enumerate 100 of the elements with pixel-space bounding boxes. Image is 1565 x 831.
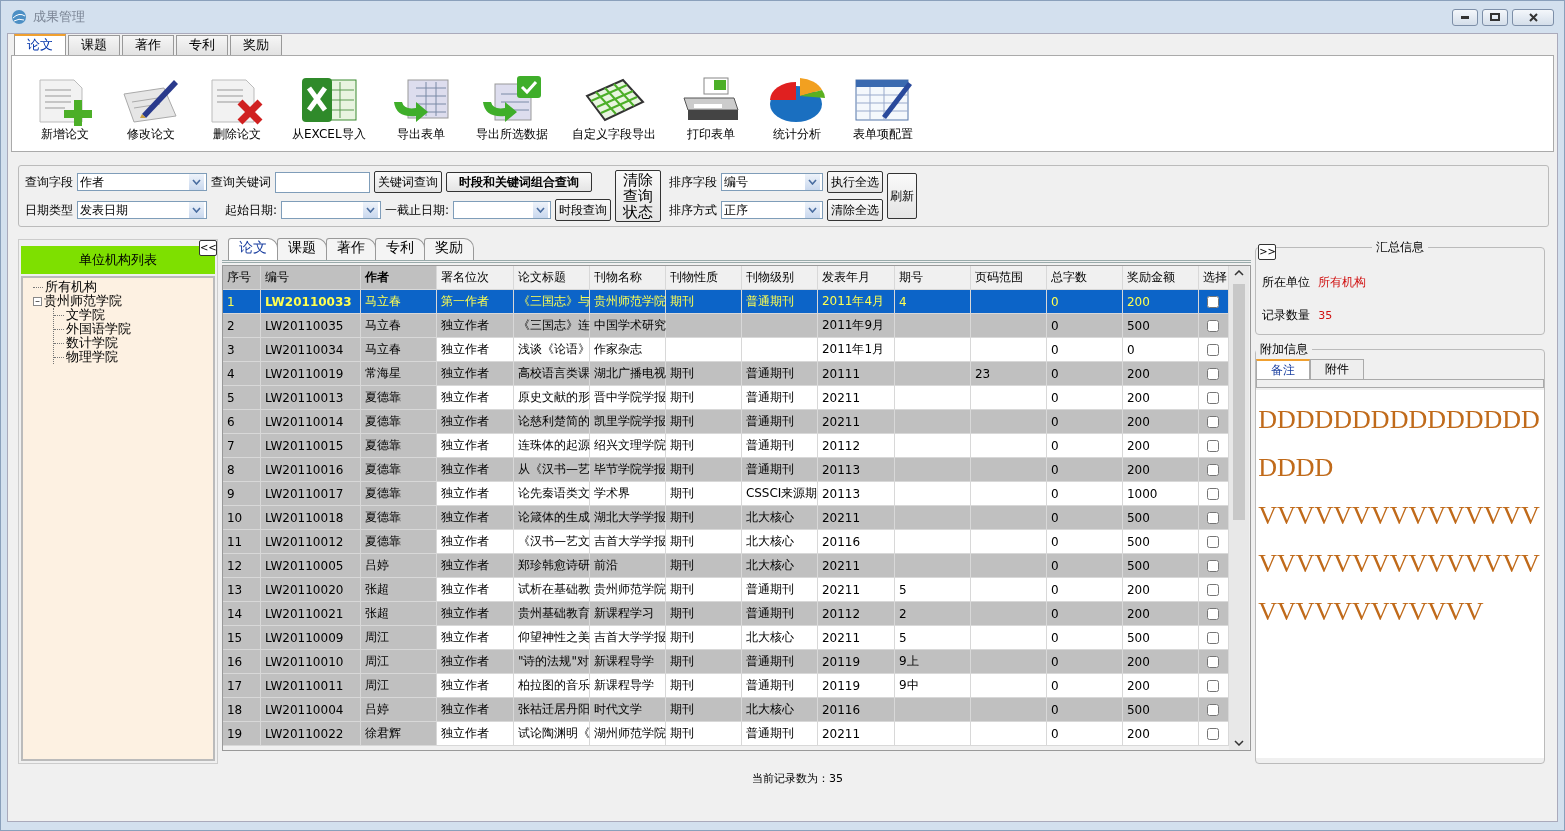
row-checkbox[interactable] [1207, 679, 1220, 692]
row-checkbox[interactable] [1207, 439, 1220, 452]
tab[interactable]: 奖励 [230, 35, 282, 55]
table-cell: 吕婷 [360, 554, 437, 578]
tab[interactable]: 附件 [1310, 359, 1365, 379]
row-checkbox[interactable] [1207, 511, 1220, 524]
row-checkbox[interactable] [1207, 391, 1220, 404]
table-row[interactable]: 11 LW20110012 夏德靠 独立作者 《汉书—艺文 吉首大学学报 期刊 北大核心 20116 0 500 [222, 530, 1229, 554]
group-title: 汇总信息 [1375, 239, 1426, 256]
dropdown-field[interactable]: 编号 [721, 173, 824, 191]
chevron-down-icon [366, 207, 376, 213]
table-row[interactable]: 8 LW20110016 夏德靠 独立作者 从《汉书—艺 毕节学院学报 期刊 普通期刊 20113 0 200 [222, 458, 1229, 482]
table-row[interactable]: 18 LW20110004 吕婷 独立作者 张祜迁居丹阳 时代文学 期刊 北大核心 20116 0 500 [222, 698, 1229, 722]
toolbar-button[interactable]: 导出表单 [387, 74, 454, 143]
table-row[interactable]: 16 LW20110010 周江 独立作者 "诗的法规"对 新课程导学 期刊 普通期刊 20119 9上 0 200 [222, 650, 1229, 674]
collapse-panel-button[interactable]: << [198, 240, 217, 256]
row-checkbox[interactable] [1207, 631, 1220, 644]
keyword-query-button[interactable]: 关键词查询 [374, 171, 442, 193]
row-checkbox[interactable] [1207, 703, 1220, 716]
scrollbar[interactable] [1228, 266, 1249, 750]
table-row[interactable]: 14 LW20110021 张超 独立作者 贵州基础教育 新课程学习 期刊 普通期刊 20112 2 0 200 [222, 602, 1229, 626]
tree-item[interactable]: 贵州师范学院 [44, 294, 122, 308]
row-checkbox[interactable] [1207, 583, 1220, 596]
tab[interactable]: 专利 [374, 238, 425, 260]
table-cell: 7 [222, 434, 261, 458]
tab[interactable]: 著作 [325, 238, 376, 260]
row-checkbox[interactable] [1207, 727, 1220, 740]
toolbar-button[interactable]: 打印表单 [677, 74, 744, 143]
collapse-icon[interactable] [33, 296, 42, 306]
expand-panel-button[interactable]: >> [1258, 244, 1277, 260]
table-row[interactable]: 6 LW20110014 夏德靠 独立作者 论慈利楚简的 凯里学院学报 期刊 普通期刊 20211 0 200 [222, 410, 1229, 434]
table-row[interactable]: 15 LW20110009 周江 独立作者 仰望神性之美 吉首大学学报 期刊 北大核心 20211 5 0 500 [222, 626, 1229, 650]
tree-item[interactable]: 外国语学院 [66, 322, 131, 336]
table-row[interactable]: 13 LW20110020 张超 独立作者 试析在基础教 贵州师范学院 期刊 普通期刊 20211 5 0 200 [222, 578, 1229, 602]
row-checkbox[interactable] [1207, 655, 1220, 668]
row-checkbox[interactable] [1207, 463, 1220, 476]
row-checkbox[interactable] [1207, 343, 1220, 356]
combined-query-button[interactable]: 时段和关键词组合查询 [446, 172, 592, 192]
keyword-input-field[interactable] [275, 171, 370, 193]
table-row[interactable]: 2 LW20110035 马立春 独立作者 《三国志》连 中国学术研究 2011年9月 0 500 [222, 314, 1229, 338]
table-row[interactable]: 5 LW20110013 夏德靠 独立作者 原史文献的形 晋中学院学报 期刊 普通期刊 20211 0 200 [222, 386, 1229, 410]
tree-item[interactable]: 文学院 [66, 308, 105, 322]
table-cell: LW20110004 [260, 698, 361, 722]
select-all-button[interactable]: 执行全选 [827, 171, 884, 193]
table-row[interactable]: 19 LW20110022 徐君辉 独立作者 试论陶渊明《 湖州师范学院 期刊 普通期刊 20211 0 200 [222, 722, 1229, 746]
row-checkbox[interactable] [1207, 535, 1220, 548]
row-checkbox[interactable] [1207, 319, 1220, 332]
tree-item[interactable]: 物理学院 [66, 350, 118, 364]
tab[interactable]: 奖励 [423, 238, 474, 260]
dropdown-field[interactable]: 正序 [721, 201, 824, 219]
table-row[interactable]: 17 LW20110011 周江 独立作者 柏拉图的音乐 新课程导学 期刊 普通期刊 20119 9中 0 200 [222, 674, 1229, 698]
table-row[interactable]: 9 LW20110017 夏德靠 独立作者 论先秦语类文 学术界 期刊 CSSCI来源期 20113 0 1000 [222, 482, 1229, 506]
refresh-button[interactable]: 刷新 [887, 173, 918, 219]
tab[interactable]: 备注 [1256, 359, 1311, 379]
tab[interactable]: 论文 [227, 238, 278, 260]
tab[interactable]: 论文 [14, 34, 66, 55]
row-checkbox[interactable] [1207, 487, 1220, 500]
tab[interactable]: 著作 [122, 35, 174, 55]
minimize-button[interactable] [1452, 8, 1478, 26]
maximize-button[interactable] [1482, 8, 1508, 26]
date-field[interactable] [453, 201, 552, 219]
tree-item[interactable]: 所有机构 [45, 280, 97, 294]
tab[interactable]: 专利 [176, 35, 228, 55]
toolbar-button[interactable]: 统计分析 [763, 74, 830, 143]
column-header[interactable]: 作者 [360, 266, 437, 290]
toolbar-button[interactable]: 修改论文 [118, 74, 184, 143]
column-header[interactable]: 序号 [222, 266, 261, 290]
scroll-up-icon[interactable] [1233, 270, 1244, 276]
clear-query-button[interactable]: 清除查询状态 [615, 170, 662, 222]
table-row[interactable]: 3 LW20110034 马立春 独立作者 浅谈《论语》 作家杂志 2011年1月 0 0 [222, 338, 1229, 362]
date-field[interactable] [281, 201, 382, 219]
clear-selection-button[interactable]: 清除全选 [827, 199, 884, 221]
tree-item[interactable]: 数计学院 [66, 336, 118, 350]
close-button[interactable] [1512, 8, 1554, 26]
table-cell: 1 [222, 290, 261, 314]
tab[interactable]: 课题 [276, 238, 327, 260]
toolbar-button[interactable]: 自定义字段导出 [569, 74, 658, 143]
table-row[interactable]: 7 LW20110015 夏德靠 独立作者 连珠体的起源 绍兴文理学院 期刊 普通期刊 20112 0 200 [222, 434, 1229, 458]
dropdown-field[interactable]: 作者 [77, 173, 207, 191]
dropdown-field[interactable]: 发表日期 [77, 201, 207, 219]
table-cell: 5 [222, 386, 261, 410]
toolbar-button[interactable]: 新增论文 [32, 74, 98, 143]
toolbar-button[interactable]: 删除论文 [204, 74, 270, 143]
period-query-button[interactable]: 时段查询 [555, 199, 612, 221]
toolbar-button[interactable]: 从EXCEL导入 [290, 74, 368, 143]
toolbar-button[interactable]: 表单项配置 [849, 74, 916, 143]
toolbar-button[interactable]: 导出所选数据 [473, 74, 550, 143]
scroll-down-icon[interactable] [1233, 740, 1244, 746]
table-row[interactable]: 10 LW20110018 夏德靠 独立作者 论箴体的生成 湖北大学学报 期刊 北大核心 20211 0 500 [222, 506, 1229, 530]
table-row[interactable]: 4 LW20110019 常海星 独立作者 高校语言类课 湖北广播电视 期刊 普通期刊 20111 23 0 200 [222, 362, 1229, 386]
row-checkbox[interactable] [1207, 415, 1220, 428]
row-checkbox[interactable] [1207, 295, 1220, 308]
field-label: 排序方式 [669, 201, 718, 219]
row-checkbox[interactable] [1207, 559, 1220, 572]
table-row[interactable]: 12 LW20110005 吕婷 独立作者 郑珍韩愈诗研 前沿 期刊 北大核心 20211 0 500 [222, 554, 1229, 578]
row-checkbox[interactable] [1207, 367, 1220, 380]
tab[interactable]: 课题 [68, 35, 120, 55]
column-header[interactable]: 编号 [260, 266, 361, 290]
chevron-down-icon [192, 179, 201, 185]
row-checkbox[interactable] [1207, 607, 1220, 620]
